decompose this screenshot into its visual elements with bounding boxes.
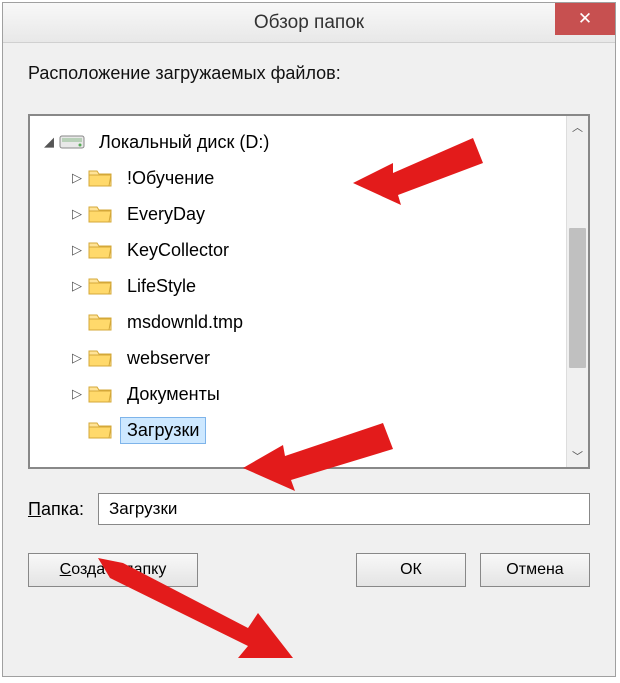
cancel-button[interactable]: Отмена xyxy=(480,553,590,587)
browse-folder-dialog: Обзор папок ✕ Расположение загружаемых ф… xyxy=(2,2,616,677)
folder-field-label: Папка: xyxy=(28,499,84,520)
tree-item-folder[interactable]: ▷ Документы xyxy=(30,376,566,412)
scrollbar[interactable]: ︿ ﹀ xyxy=(566,116,588,467)
tree-item-label: Локальный диск (D:) xyxy=(99,132,269,152)
scroll-track[interactable] xyxy=(567,138,588,445)
window-title: Обзор папок xyxy=(254,12,364,34)
expand-icon[interactable]: ▷ xyxy=(68,170,86,186)
tree-item-label: Загрузки xyxy=(127,420,199,440)
tree-item-label: msdownld.tmp xyxy=(127,312,243,332)
scroll-down-button[interactable]: ﹀ xyxy=(567,445,588,467)
tree-item-root-disk[interactable]: ◢ Локальный диск (D:) xyxy=(30,124,566,160)
ok-button[interactable]: ОК xyxy=(356,553,466,587)
folder-icon xyxy=(86,274,114,298)
expand-icon[interactable]: ▷ xyxy=(68,350,86,366)
tree-item-folder[interactable]: ▷ webserver xyxy=(30,340,566,376)
folder-tree[interactable]: ◢ Локальный диск (D:) ▷ !Обучение ▷ xyxy=(30,116,566,467)
tree-item-folder[interactable]: ▷ KeyCollector xyxy=(30,232,566,268)
close-button[interactable]: ✕ xyxy=(555,3,615,35)
folder-icon xyxy=(86,418,114,442)
folder-icon xyxy=(86,310,114,334)
folder-icon xyxy=(86,382,114,406)
tree-item-label: KeyCollector xyxy=(127,240,229,260)
instruction-label: Расположение загружаемых файлов: xyxy=(28,63,590,84)
tree-item-label: LifeStyle xyxy=(127,276,196,296)
close-icon: ✕ xyxy=(578,9,592,29)
tree-item-label: webserver xyxy=(127,348,210,368)
button-row: Создать папку ОК Отмена xyxy=(28,553,590,587)
collapse-icon[interactable]: ◢ xyxy=(40,134,58,150)
folder-icon xyxy=(86,346,114,370)
titlebar: Обзор папок ✕ xyxy=(3,3,615,43)
expand-icon[interactable]: ▷ xyxy=(68,242,86,258)
scroll-thumb[interactable] xyxy=(569,228,586,368)
tree-item-folder[interactable]: msdownld.tmp xyxy=(30,304,566,340)
scroll-up-button[interactable]: ︿ xyxy=(567,116,588,138)
expand-icon[interactable]: ▷ xyxy=(68,206,86,222)
tree-item-folder-selected[interactable]: Загрузки xyxy=(30,412,566,448)
create-folder-button[interactable]: Создать папку xyxy=(28,553,198,587)
tree-item-folder[interactable]: ▷ EveryDay xyxy=(30,196,566,232)
dialog-content: Расположение загружаемых файлов: ◢ Локал… xyxy=(3,43,615,607)
tree-item-label: !Обучение xyxy=(127,168,214,188)
tree-item-label: EveryDay xyxy=(127,204,205,224)
tree-item-label: Документы xyxy=(127,384,220,404)
tree-item-folder[interactable]: ▷ !Обучение xyxy=(30,160,566,196)
disk-icon xyxy=(58,130,86,154)
folder-icon xyxy=(86,238,114,262)
expand-icon[interactable]: ▷ xyxy=(68,278,86,294)
expand-icon[interactable]: ▷ xyxy=(68,386,86,402)
folder-icon xyxy=(86,202,114,226)
folder-tree-container: ◢ Локальный диск (D:) ▷ !Обучение ▷ xyxy=(28,114,590,469)
folder-name-input[interactable] xyxy=(98,493,590,525)
folder-path-row: Папка: xyxy=(28,493,590,525)
folder-icon xyxy=(86,166,114,190)
tree-item-folder[interactable]: ▷ LifeStyle xyxy=(30,268,566,304)
